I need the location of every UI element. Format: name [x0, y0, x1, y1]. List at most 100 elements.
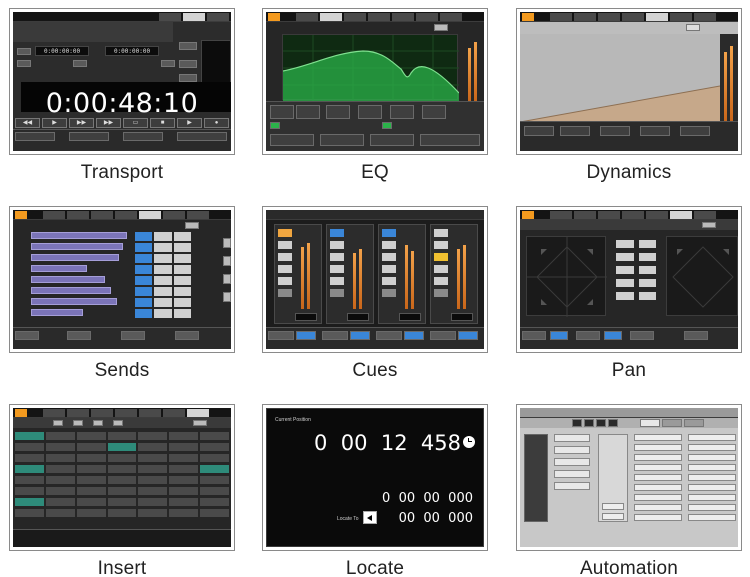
pan-button[interactable]: [638, 279, 656, 287]
cue-button[interactable]: [382, 265, 396, 273]
cue-button[interactable]: [278, 265, 292, 273]
insert-slot[interactable]: [45, 465, 75, 473]
automation-button[interactable]: [554, 434, 590, 442]
eq-band-toggle-on[interactable]: [270, 122, 280, 129]
eq-param[interactable]: [370, 134, 414, 146]
sends-scroll-button[interactable]: [223, 292, 231, 302]
automation-mode-button[interactable]: [584, 419, 594, 427]
send-pan-button[interactable]: [173, 243, 191, 252]
channel-select-active[interactable]: [458, 331, 478, 340]
channel-select[interactable]: [175, 331, 199, 340]
eq-param[interactable]: [420, 134, 480, 146]
insert-slot[interactable]: [107, 454, 137, 462]
insert-slot[interactable]: [45, 498, 75, 506]
automation-button[interactable]: [554, 482, 590, 490]
insert-slot-active[interactable]: [200, 465, 229, 473]
dynamics-param[interactable]: [680, 126, 710, 136]
channel-select[interactable]: [322, 331, 348, 340]
channel-select[interactable]: [630, 331, 654, 340]
send-level-bar[interactable]: [31, 243, 123, 250]
insert-slot[interactable]: [76, 443, 106, 451]
insert-slot[interactable]: [76, 509, 106, 517]
send-on-button[interactable]: [135, 287, 153, 296]
send-pre-button[interactable]: [154, 298, 172, 307]
insert-toolbar-button[interactable]: [113, 420, 123, 426]
channel-select-active[interactable]: [550, 331, 568, 340]
insert-slot[interactable]: [169, 432, 199, 440]
insert-slot[interactable]: [76, 487, 106, 495]
clock-icon[interactable]: [463, 436, 475, 448]
cue-button[interactable]: [278, 253, 292, 261]
insert-slot[interactable]: [45, 509, 75, 517]
dynamics-param[interactable]: [640, 126, 670, 136]
eq-band-button[interactable]: [296, 105, 320, 119]
insert-slot[interactable]: [169, 465, 199, 473]
automation-param-button[interactable]: [634, 444, 682, 451]
channel-select-active[interactable]: [350, 331, 370, 340]
insert-slot-active[interactable]: [15, 465, 44, 473]
automation-param-button[interactable]: [688, 444, 736, 451]
send-level-bar[interactable]: [31, 287, 111, 294]
automation-param-button[interactable]: [634, 434, 682, 441]
channel-select[interactable]: [430, 331, 456, 340]
cue-button-active[interactable]: [434, 253, 448, 261]
send-level-bar[interactable]: [31, 298, 117, 305]
stop-button[interactable]: ■: [150, 118, 175, 128]
insert-slot[interactable]: [76, 476, 106, 484]
insert-slot[interactable]: [45, 454, 75, 462]
automation-param-button[interactable]: [688, 514, 736, 521]
insert-toolbar-button[interactable]: [73, 420, 83, 426]
automation-button[interactable]: [554, 446, 590, 454]
channel-select[interactable]: [177, 132, 227, 141]
send-pre-button[interactable]: [154, 254, 172, 263]
pan-button[interactable]: [616, 253, 634, 261]
automation-mode-button[interactable]: [572, 419, 582, 427]
send-pan-button[interactable]: [173, 276, 191, 285]
automation-param-button[interactable]: [688, 464, 736, 471]
insert-slot[interactable]: [200, 487, 229, 495]
cue-button[interactable]: [382, 277, 396, 285]
send-level-bar[interactable]: [31, 265, 87, 272]
channel-select[interactable]: [376, 331, 402, 340]
automation-param-button[interactable]: [634, 484, 682, 491]
insert-toolbar-button[interactable]: [93, 420, 103, 426]
insert-slot[interactable]: [138, 498, 168, 506]
cue-button[interactable]: [330, 253, 344, 261]
automation-tab[interactable]: [662, 419, 682, 427]
channel-select[interactable]: [268, 331, 294, 340]
skip-button[interactable]: ▶▶: [96, 118, 121, 128]
sends-scroll-button[interactable]: [223, 274, 231, 284]
automation-button[interactable]: [602, 503, 624, 510]
eq-band-button[interactable]: [326, 105, 350, 119]
cue-button[interactable]: [278, 289, 292, 297]
pan-button[interactable]: [616, 266, 634, 274]
automation-param-button[interactable]: [688, 454, 736, 461]
channel-select[interactable]: [522, 331, 546, 340]
eq-param[interactable]: [320, 134, 364, 146]
eq-param[interactable]: [270, 134, 314, 146]
insert-slot[interactable]: [107, 509, 137, 517]
insert-slot-active[interactable]: [107, 443, 137, 451]
play-button[interactable]: ▶: [42, 118, 67, 128]
pan-button[interactable]: [638, 253, 656, 261]
eq-band-button[interactable]: [422, 105, 446, 119]
insert-slot[interactable]: [45, 487, 75, 495]
eq-band-button[interactable]: [390, 105, 414, 119]
insert-slot[interactable]: [169, 509, 199, 517]
send-pan-button[interactable]: [173, 265, 191, 274]
pan-button[interactable]: [638, 292, 656, 300]
automation-param-button[interactable]: [688, 504, 736, 511]
send-pan-button[interactable]: [173, 287, 191, 296]
insert-slot[interactable]: [138, 443, 168, 451]
send-pre-button[interactable]: [154, 287, 172, 296]
send-on-button[interactable]: [135, 276, 153, 285]
channel-select-active[interactable]: [296, 331, 316, 340]
sends-toolbar-button[interactable]: [185, 222, 199, 229]
send-level-bar[interactable]: [31, 276, 105, 283]
send-pre-button[interactable]: [154, 232, 172, 241]
insert-slot-active[interactable]: [15, 432, 44, 440]
automation-mode-button[interactable]: [608, 419, 618, 427]
insert-slot[interactable]: [200, 509, 229, 517]
cue-button[interactable]: [434, 265, 448, 273]
send-pre-button[interactable]: [154, 309, 172, 318]
